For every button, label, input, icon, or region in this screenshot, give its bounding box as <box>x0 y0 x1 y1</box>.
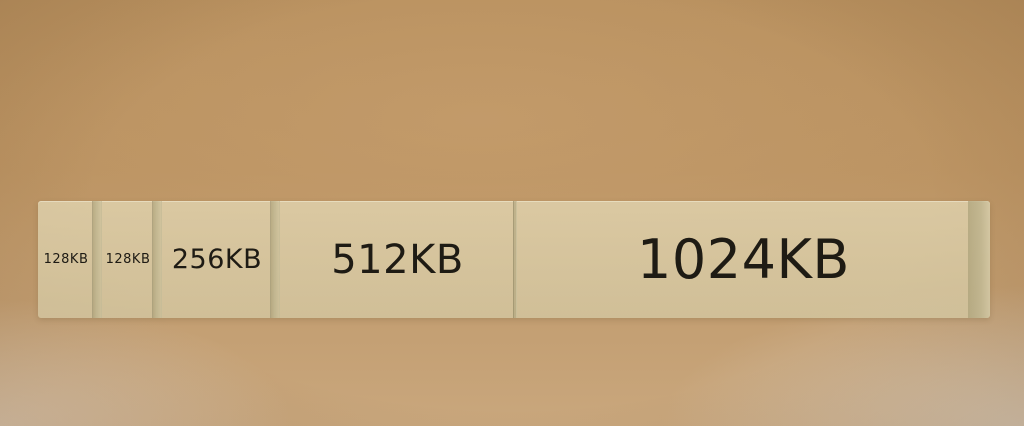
memory-block-5: 1024KB <box>637 228 850 291</box>
memory-block-1: 128KB <box>43 252 89 267</box>
memory-block-strip: 128KB 128KB 256KB 512KB 1024KB <box>38 201 990 318</box>
block-divider <box>513 201 517 318</box>
strip-endcap <box>968 201 990 318</box>
block-divider <box>92 201 102 318</box>
block-divider <box>270 201 280 318</box>
memory-block-4: 512KB <box>331 236 464 283</box>
memory-block-2: 128KB <box>105 252 151 267</box>
memory-block-3: 256KB <box>171 244 263 275</box>
block-divider <box>152 201 162 318</box>
